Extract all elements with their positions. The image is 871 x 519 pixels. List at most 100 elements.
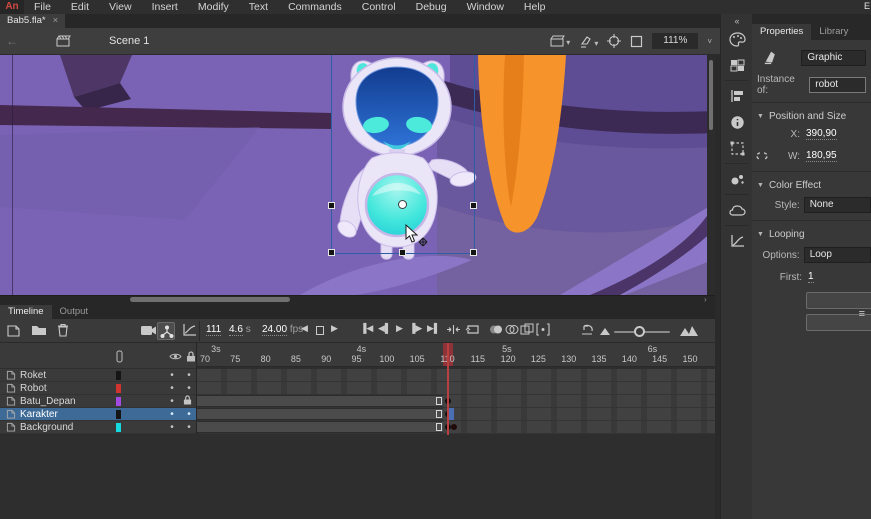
loop-options-dropdown[interactable]: Loop (804, 247, 871, 263)
selection-edge-left[interactable] (331, 55, 332, 254)
step-back-one-frame-icon[interactable]: ◀▌ (378, 323, 391, 334)
layer-visibility-dot[interactable]: • (166, 369, 178, 382)
frame-span[interactable] (197, 395, 443, 407)
frame-span[interactable] (197, 408, 443, 420)
menu-debug[interactable]: Debug (406, 0, 457, 14)
current-frame-number[interactable]: 111 (206, 324, 221, 336)
dock-motion-editor-button[interactable] (721, 228, 753, 254)
layer-row-roket[interactable]: Roket•• (0, 369, 196, 382)
layer-row-background[interactable]: Background•• (0, 421, 196, 434)
selection-handle-bottom-right[interactable] (470, 249, 477, 256)
stage-canvas[interactable] (0, 55, 715, 295)
new-folder-icon[interactable] (31, 323, 47, 336)
step-back-icon[interactable]: ◀ (301, 323, 308, 334)
back-arrow-icon[interactable]: ← (6, 34, 56, 48)
edit-scene-button[interactable]: ▾ (550, 35, 570, 47)
center-stage-icon[interactable] (607, 34, 621, 48)
tab-library[interactable]: Library (811, 24, 856, 40)
zoom-caret-icon[interactable]: ˅ (707, 37, 712, 46)
canvas-vscrollbar-thumb[interactable] (709, 60, 713, 130)
selection-handle-mid-right[interactable] (470, 202, 477, 209)
selection-handle-bottom-center[interactable] (399, 249, 406, 256)
instance-name-field[interactable]: robot (809, 77, 866, 93)
layer-lock-cell[interactable]: • (183, 382, 195, 395)
menu-view[interactable]: View (99, 0, 142, 14)
link-width-height-icon[interactable] (756, 150, 768, 162)
dock-info-button[interactable] (721, 109, 753, 135)
layer-color-swatch[interactable] (116, 423, 121, 432)
onion-skin-outlines-icon[interactable] (505, 323, 519, 336)
dock-color-button[interactable] (721, 26, 753, 52)
dock-cc-libraries-button[interactable] (721, 197, 753, 223)
frame-rate-value[interactable]: 24.00 fps (262, 324, 303, 335)
x-value[interactable]: 390,90 (806, 128, 837, 140)
section-looping[interactable]: ▼ Looping (752, 224, 871, 244)
playhead-line[interactable] (447, 343, 449, 435)
keyframe-dot-playhead[interactable] (451, 424, 457, 430)
layer-visibility-dot[interactable]: • (166, 382, 178, 395)
delete-layer-trash-icon[interactable] (57, 323, 69, 337)
tab-output[interactable]: Output (52, 305, 97, 319)
layer-visibility-dot[interactable]: • (166, 408, 178, 421)
layer-color-swatch[interactable] (116, 397, 121, 406)
center-frame-icon[interactable] (446, 323, 461, 336)
layer-lock-cell[interactable]: • (183, 408, 195, 421)
eye-icon[interactable] (169, 352, 182, 361)
menu-insert[interactable]: Insert (142, 0, 188, 14)
elapsed-time-number[interactable]: 4.6 (229, 324, 243, 336)
layer-lock-cell[interactable]: • (183, 421, 195, 434)
frame-row-karakter[interactable] (197, 408, 715, 421)
canvas-hscrollbar-thumb[interactable] (130, 297, 290, 302)
section-position-size[interactable]: ▼ Position and Size (752, 106, 871, 126)
frame-span[interactable] (197, 421, 443, 433)
menu-edit[interactable]: Edit (61, 0, 99, 14)
layer-color-swatch[interactable] (116, 410, 121, 419)
menu-control[interactable]: Control (352, 0, 406, 14)
new-layer-icon[interactable] (6, 323, 21, 337)
go-to-last-frame-icon[interactable]: ▶▌ (427, 323, 440, 334)
zoom-out-frames-icon[interactable] (600, 328, 610, 335)
selection-edge-right[interactable] (474, 55, 475, 254)
frame-row-batu_depan[interactable] (197, 395, 715, 408)
dock-swatches-button[interactable] (721, 52, 753, 78)
step-forward-one-frame-icon[interactable]: ▐▶ (409, 323, 422, 334)
tab-timeline[interactable]: Timeline (0, 305, 52, 319)
selection-handle-mid-left[interactable] (328, 202, 335, 209)
dock-brush-library-button[interactable] (721, 166, 753, 192)
lock-icon[interactable] (186, 351, 196, 362)
layer-row-karakter[interactable]: Karakter•• (0, 408, 196, 421)
layer-row-batu_depan[interactable]: Batu_Depan• (0, 395, 196, 408)
tab-properties[interactable]: Properties (752, 24, 811, 40)
menu-file[interactable]: File (24, 0, 61, 14)
layer-color-swatch[interactable] (116, 384, 121, 393)
dock-align-button[interactable] (721, 83, 753, 109)
app-logo[interactable]: An (0, 0, 24, 14)
layer-visibility-dot[interactable]: • (166, 395, 178, 408)
frame-row-robot[interactable] (197, 382, 715, 395)
stop-icon[interactable] (316, 326, 324, 335)
modify-markers-icon[interactable] (536, 323, 550, 336)
menu-text[interactable]: Text (239, 0, 278, 14)
symbol-type-dropdown[interactable]: Graphic (801, 50, 866, 66)
stage-zoom-input[interactable]: 111% (652, 33, 698, 49)
w-value[interactable]: 180,95 (806, 150, 837, 162)
dock-transform-button[interactable] (721, 135, 753, 161)
edit-multiple-frames-icon[interactable] (520, 323, 534, 336)
elapsed-time-value[interactable]: 4.6 s (229, 324, 251, 335)
transform-point[interactable] (398, 200, 407, 209)
panel-menu-icon[interactable]: ≡ (859, 308, 865, 320)
clip-content-icon[interactable] (630, 35, 643, 48)
scroll-right-chevron-icon[interactable]: › (704, 295, 707, 305)
loop-playback-icon[interactable] (465, 323, 481, 336)
edit-symbols-button[interactable]: ▾ (579, 35, 598, 48)
layer-color-swatch[interactable] (116, 371, 121, 380)
menu-window[interactable]: Window (457, 0, 514, 14)
selection-handle-bottom-left[interactable] (328, 249, 335, 256)
reset-timeline-zoom-icon[interactable] (580, 323, 594, 336)
frame-graph-icon[interactable] (182, 323, 197, 337)
zoom-in-frames-icon[interactable] (680, 326, 698, 336)
close-icon[interactable]: × (53, 14, 59, 28)
fps-number[interactable]: 24.00 (262, 324, 287, 336)
workspace-fragment[interactable]: E (864, 1, 870, 11)
use-frame-picker-button[interactable]: Use Fra (806, 292, 871, 309)
